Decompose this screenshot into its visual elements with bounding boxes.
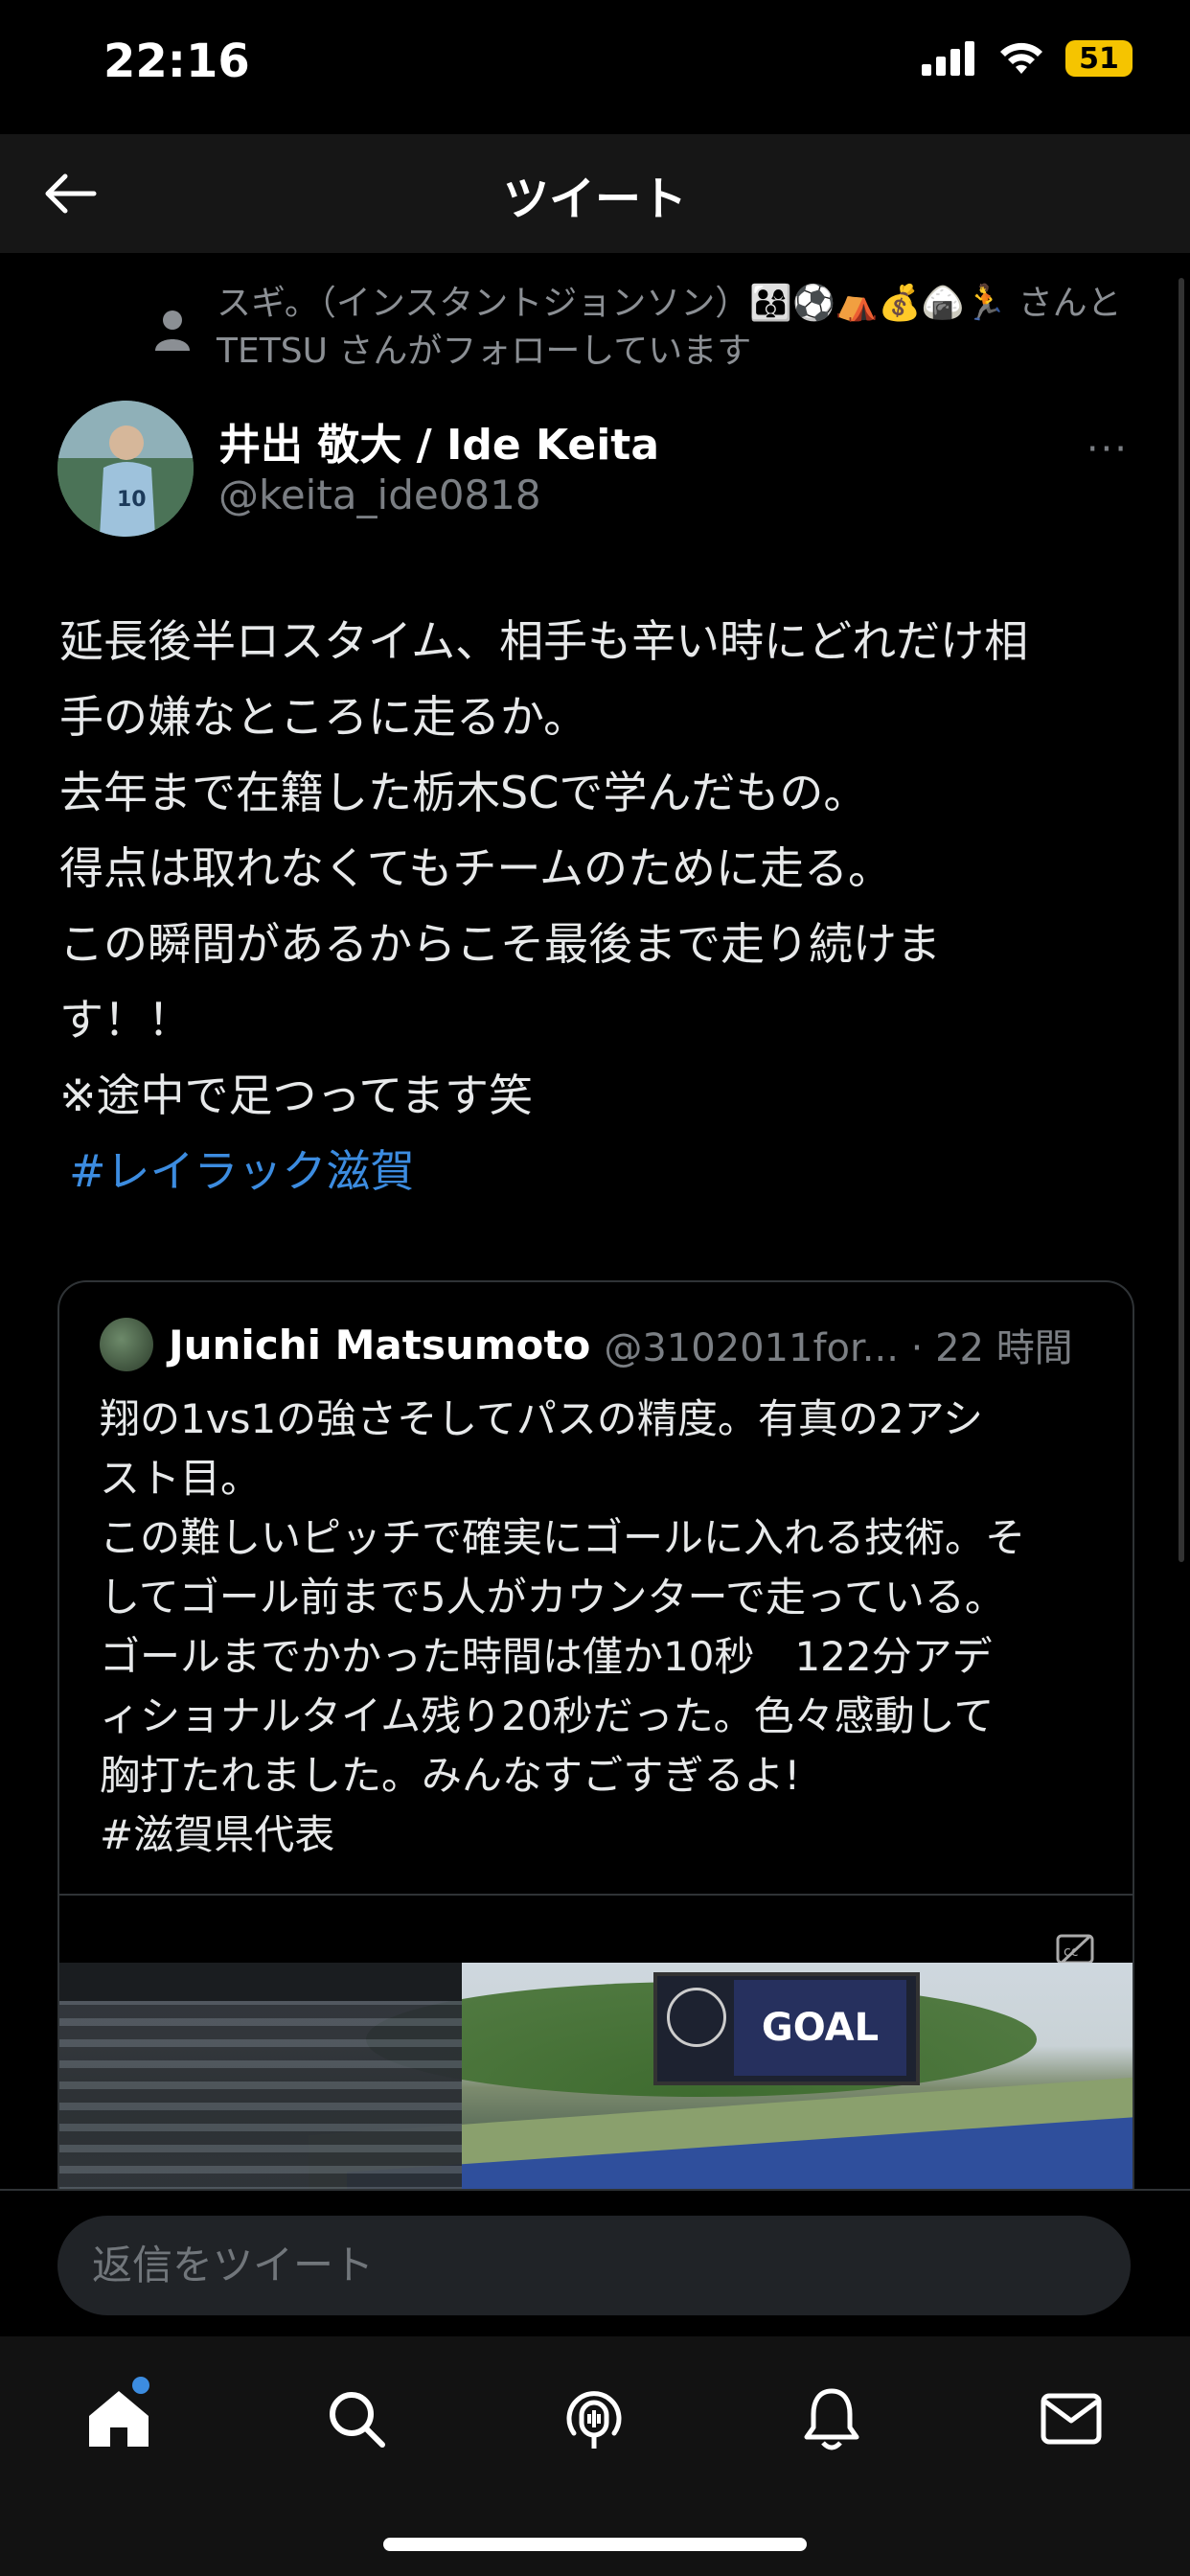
clock-icon	[667, 1988, 726, 2047]
quote-line: スト目。	[100, 1455, 262, 1502]
quote-tweet[interactable]: Junichi Matsumoto @3102011for... · 22 時間…	[57, 1280, 1134, 2241]
hashtag-link[interactable]: #レイラック滋賀	[59, 1145, 415, 1197]
messages-icon	[1041, 2393, 1102, 2445]
signal-icon	[922, 41, 974, 76]
quote-line: ゴールまでかかった時間は僅か10秒 122分アデ	[100, 1633, 993, 1680]
scoreboard-goal: GOAL	[734, 1980, 906, 2076]
author-name[interactable]: 井出 敬大 / Ide Keita	[218, 410, 659, 472]
status-bar: 22:16 51	[0, 0, 1190, 134]
notification-dot	[132, 2377, 149, 2394]
author-handle[interactable]: @keita_ide0818	[218, 472, 541, 518]
divider	[59, 1894, 1133, 1896]
quote-author-name: Junichi Matsumoto	[169, 1321, 591, 1368]
battery-level: 51	[1079, 41, 1119, 76]
tweet-line: 延長後半ロスタイム、相手も辛い時にどれだけ相	[59, 615, 1029, 667]
quote-line: 翔の1vs1の強さそしてパスの精度。有真の2アシ	[100, 1395, 983, 1442]
tab-search[interactable]	[318, 2380, 395, 2457]
author-avatar[interactable]: 10	[57, 401, 194, 537]
tab-spaces[interactable]	[556, 2380, 632, 2457]
tweet-line: す！！	[59, 994, 192, 1046]
tab-home[interactable]	[80, 2377, 157, 2457]
notifications-icon	[804, 2388, 859, 2450]
social-context-text: スギ。（インスタントジョンソン）👨‍👩‍👦⚽️⛺️💰🍙🏃 さんと TETSU さ…	[217, 284, 1122, 371]
scrollbar[interactable]	[1179, 278, 1184, 1562]
social-context[interactable]: スギ。（インスタントジョンソン）👨‍👩‍👦⚽️⛺️💰🍙🏃 さんと TETSU さ…	[155, 280, 1125, 376]
captions-icon[interactable]: cc	[1056, 1934, 1094, 1966]
person-icon	[155, 310, 190, 351]
tweet-line: 去年まで在籍した栃木SCで学んだもの。	[59, 767, 868, 818]
svg-text:10: 10	[117, 488, 147, 512]
battery-icon: 51	[1065, 40, 1133, 77]
stadium-roof	[59, 1963, 462, 2001]
reply-input[interactable]: 返信をツイート	[57, 2216, 1131, 2315]
home-icon	[89, 2391, 149, 2447]
home-indicator[interactable]	[383, 2538, 807, 2551]
quote-header: Junichi Matsumoto @3102011for... · 22 時間	[100, 1317, 1073, 1372]
tweet-line: 得点は取れなくてもチームのために走る。	[59, 842, 892, 894]
wifi-icon	[1000, 42, 1042, 74]
status-icons: 51	[922, 40, 1133, 77]
nav-bar: ツイート	[0, 134, 1190, 253]
tweet-line: ※途中で足つってます笑	[59, 1070, 533, 1121]
quote-line: #滋賀県代表	[100, 1811, 335, 1858]
quote-handle-time: @3102011for... · 22 時間	[604, 1326, 1073, 1370]
quote-line: してゴール前まで5人がカウンターで走っている。	[100, 1574, 1005, 1621]
quote-line: 胸打たれました。みんなすごすぎるよ!	[100, 1752, 801, 1799]
scoreboard: GOAL	[653, 1972, 920, 2085]
quote-line: ィショナルタイム残り20秒だった。色々感動して	[100, 1692, 995, 1739]
quote-line: この難しいピッチで確実にゴールに入れる技術。そ	[100, 1514, 1026, 1561]
tweet-line: 手の嫌なところに走るか。	[59, 691, 588, 743]
avatar-image: 10	[57, 401, 194, 537]
status-time: 22:16	[103, 34, 250, 88]
more-options-icon[interactable]: ···	[1087, 427, 1129, 472]
search-icon	[330, 2392, 385, 2448]
tweet-text: 延長後半ロスタイム、相手も辛い時にどれだけ相 手の嫌なところに走るか。 去年まで…	[59, 604, 1142, 1209]
tweet-line: この瞬間があるからこそ最後まで走り続けま	[59, 918, 941, 970]
reply-bar: 返信をツイート	[0, 2189, 1190, 2338]
page-title: ツイート	[502, 172, 687, 226]
quote-avatar[interactable]	[100, 1318, 153, 1371]
tab-notifications[interactable]	[793, 2380, 870, 2457]
spaces-icon	[566, 2391, 622, 2449]
quote-text: 翔の1vs1の強さそしてパスの精度。有真の2アシ スト目。 この難しいピッチで確…	[100, 1390, 1106, 1865]
tab-messages[interactable]	[1033, 2380, 1110, 2457]
